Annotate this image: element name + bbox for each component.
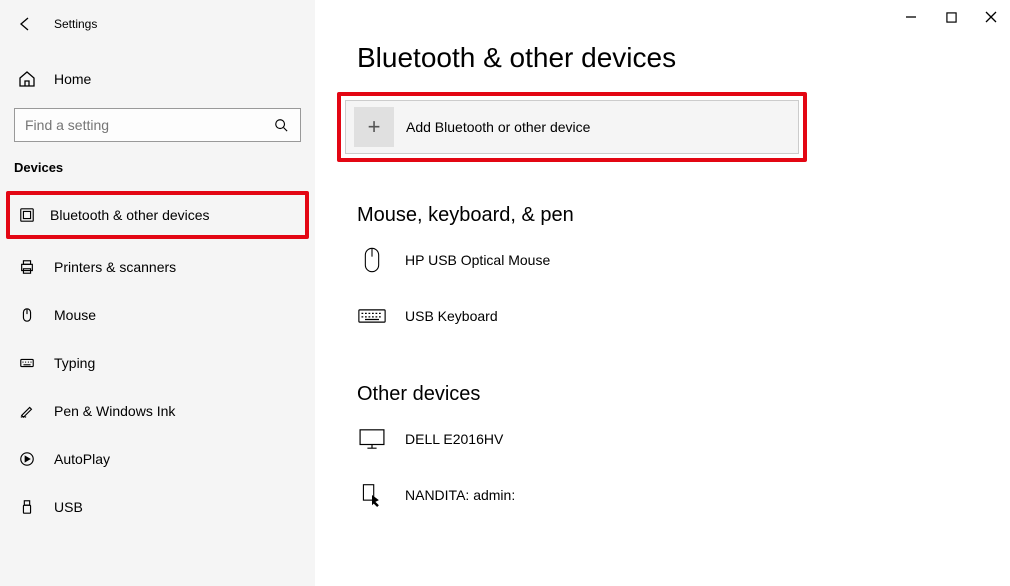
close-button[interactable] — [978, 4, 1004, 30]
device-dell-monitor[interactable]: DELL E2016HV — [357, 424, 1010, 454]
section-other-devices: Other devices DELL E2016HV NANDITA: admi… — [315, 357, 1010, 510]
autoplay-icon — [18, 450, 36, 468]
sidebar-section-title: Devices — [0, 142, 315, 187]
nav-label: Printers & scanners — [54, 259, 176, 275]
search-box[interactable] — [14, 108, 301, 142]
device-label: NANDITA: admin: — [405, 487, 515, 503]
section-title: Other devices — [357, 383, 1010, 406]
keyboard-icon — [18, 354, 36, 372]
home-icon — [18, 70, 36, 88]
nav-label: Mouse — [54, 307, 96, 323]
device-label: DELL E2016HV — [405, 431, 503, 447]
highlight-bluetooth: Bluetooth & other devices — [6, 191, 309, 239]
device-nandita-admin[interactable]: NANDITA: admin: — [357, 480, 1010, 510]
nav-label: Typing — [54, 355, 95, 371]
window-controls — [898, 4, 1004, 30]
nav-label: Bluetooth & other devices — [50, 207, 210, 223]
main-content: Bluetooth & other devices + Add Bluetoot… — [315, 0, 1010, 586]
home-label: Home — [54, 71, 91, 87]
nav-bluetooth[interactable]: Bluetooth & other devices — [10, 195, 305, 235]
remote-device-icon — [357, 480, 387, 510]
minimize-button[interactable] — [898, 4, 924, 30]
nav-pen[interactable]: Pen & Windows Ink — [0, 387, 315, 435]
nav-label: Pen & Windows Ink — [54, 403, 175, 419]
add-device-label: Add Bluetooth or other device — [406, 119, 590, 135]
printer-icon — [18, 258, 36, 276]
nav-mouse[interactable]: Mouse — [0, 291, 315, 339]
bluetooth-icon — [18, 206, 36, 224]
usb-icon — [18, 498, 36, 516]
back-button[interactable] — [16, 15, 34, 33]
nav-printers[interactable]: Printers & scanners — [0, 243, 315, 291]
home-button[interactable]: Home — [0, 58, 315, 100]
pen-icon — [18, 402, 36, 420]
sidebar-nav: Bluetooth & other devices Printers & sca… — [0, 187, 315, 531]
add-device-button[interactable]: + Add Bluetooth or other device — [345, 100, 799, 154]
nav-typing[interactable]: Typing — [0, 339, 315, 387]
nav-usb[interactable]: USB — [0, 483, 315, 531]
nav-autoplay[interactable]: AutoPlay — [0, 435, 315, 483]
app-title: Settings — [54, 17, 97, 31]
device-label: USB Keyboard — [405, 308, 498, 324]
highlight-add-device: + Add Bluetooth or other device — [337, 92, 807, 162]
section-mouse-keyboard-pen: Mouse, keyboard, & pen HP USB Optical Mo… — [315, 162, 1010, 331]
mouse-icon — [357, 245, 387, 275]
section-title: Mouse, keyboard, & pen — [357, 204, 1010, 227]
sidebar: Settings Home Devices — [0, 0, 315, 586]
mouse-icon — [18, 306, 36, 324]
device-hp-mouse[interactable]: HP USB Optical Mouse — [357, 245, 1010, 275]
monitor-icon — [357, 424, 387, 454]
plus-icon: + — [354, 107, 394, 147]
device-label: HP USB Optical Mouse — [405, 252, 550, 268]
device-usb-keyboard[interactable]: USB Keyboard — [357, 301, 1010, 331]
maximize-button[interactable] — [938, 4, 964, 30]
search-input[interactable] — [25, 117, 274, 133]
nav-label: USB — [54, 499, 83, 515]
search-icon — [274, 117, 290, 133]
keyboard-icon — [357, 301, 387, 331]
nav-label: AutoPlay — [54, 451, 110, 467]
